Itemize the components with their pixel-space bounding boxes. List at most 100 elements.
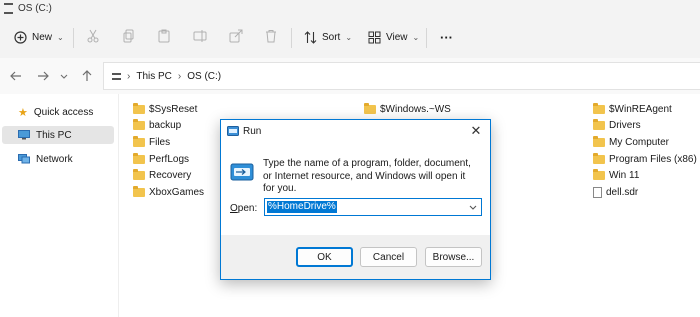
item-name: backup <box>149 120 182 131</box>
sidebar-item-label: Quick access <box>33 106 94 118</box>
folder-icon <box>133 186 145 197</box>
list-item[interactable]: $SysReset <box>133 102 197 117</box>
chevron-down-icon: ⌄ <box>412 32 420 42</box>
plus-icon <box>14 30 27 44</box>
item-name: dell.sdr <box>606 187 639 198</box>
breadcrumb-this-pc[interactable]: This PC <box>136 71 172 82</box>
back-arrow-icon[interactable] <box>9 69 23 83</box>
folder-icon <box>593 136 605 147</box>
breadcrumb-chevron-icon: › <box>127 70 131 82</box>
folder-icon <box>133 153 145 164</box>
item-name: Win 11 <box>609 170 640 181</box>
dialog-title: Run <box>243 126 262 137</box>
open-label: Open: <box>230 203 257 214</box>
cancel-button[interactable]: Cancel <box>360 247 417 267</box>
share-icon[interactable] <box>229 29 243 43</box>
rename-icon[interactable] <box>193 29 207 43</box>
item-name: Recovery <box>149 170 192 181</box>
folder-icon <box>593 103 605 114</box>
view-grid-icon <box>368 31 381 43</box>
list-item[interactable]: backup <box>133 118 181 133</box>
sort-icon <box>304 30 317 44</box>
toolbar-divider <box>426 28 427 48</box>
toolbar-divider <box>73 28 74 48</box>
title-bar: OS (C:) <box>0 0 700 18</box>
file-icon <box>593 187 602 198</box>
list-item[interactable]: dell.sdr <box>593 185 638 200</box>
list-item[interactable]: $Windows.~WS <box>364 102 451 117</box>
run-program-icon <box>230 163 254 181</box>
folder-icon <box>364 103 376 114</box>
sidebar-item-this-pc[interactable]: This PC <box>2 126 114 144</box>
list-item[interactable]: Win 11 <box>593 168 639 183</box>
sidebar-item-network[interactable]: Network <box>2 150 114 168</box>
computer-icon <box>18 130 30 140</box>
copy-icon[interactable] <box>122 29 136 43</box>
close-icon[interactable]: ✕ <box>468 123 484 139</box>
new-label: New <box>32 31 53 43</box>
open-combobox[interactable]: %HomeDrive% <box>264 198 482 216</box>
dialog-body: Type the name of a program, folder, docu… <box>221 142 490 235</box>
list-item[interactable]: Recovery <box>133 168 191 183</box>
list-item[interactable]: Drivers <box>593 118 641 133</box>
folder-icon <box>593 169 605 180</box>
folder-icon <box>593 119 605 130</box>
folder-icon <box>133 103 145 114</box>
recent-chevron-icon[interactable] <box>60 69 68 83</box>
sort-label: Sort <box>322 31 341 43</box>
sidebar-item-label: Network <box>36 153 73 165</box>
run-dialog: Run ✕ Type the name of a program, folder… <box>220 119 491 280</box>
up-arrow-icon[interactable] <box>80 69 94 83</box>
delete-icon[interactable] <box>264 29 278 43</box>
item-name: Program Files (x86) <box>609 154 697 165</box>
list-item[interactable]: Files <box>133 135 170 150</box>
chevron-down-icon[interactable] <box>468 202 478 212</box>
ok-button[interactable]: OK <box>296 247 353 267</box>
paste-icon[interactable] <box>157 29 171 43</box>
item-name: PerfLogs <box>149 154 190 165</box>
star-icon: ★ <box>18 106 28 119</box>
run-icon <box>227 126 239 136</box>
dialog-title-bar[interactable]: Run ✕ <box>221 120 490 142</box>
item-name: $Windows.~WS <box>380 104 451 115</box>
item-name: Files <box>149 137 171 148</box>
open-label-text: pen: <box>237 203 258 214</box>
folder-icon <box>133 136 145 147</box>
item-name: $SysReset <box>149 104 198 115</box>
forward-arrow-icon[interactable] <box>36 69 50 83</box>
open-label-mnemonic: O <box>230 203 238 214</box>
list-item[interactable]: My Computer <box>593 135 669 150</box>
pc-icon <box>112 72 121 80</box>
item-name: My Computer <box>609 137 670 148</box>
more-options-button[interactable]: ··· <box>440 26 453 48</box>
list-item[interactable]: PerfLogs <box>133 152 189 167</box>
sidebar-item-quick-access[interactable]: ★ Quick access <box>2 103 114 121</box>
open-input-value[interactable]: %HomeDrive% <box>267 201 337 213</box>
sort-button[interactable]: Sort ⌄ <box>304 26 352 48</box>
address-bar[interactable]: › This PC › OS (C:) <box>103 62 700 90</box>
new-button[interactable]: New ⌄ <box>14 26 64 48</box>
folder-icon <box>133 119 145 130</box>
window-title: OS (C:) <box>18 3 52 14</box>
chevron-down-icon: ⌄ <box>57 32 64 42</box>
breadcrumb-chevron-icon: › <box>177 70 182 82</box>
drive-icon <box>4 3 13 14</box>
cut-icon[interactable] <box>86 29 100 43</box>
breadcrumb-os-c[interactable]: OS (C:) <box>187 71 221 82</box>
list-item[interactable]: XboxGames <box>133 185 204 200</box>
sidebar-item-label: This PC <box>36 129 72 141</box>
browse-button[interactable]: Browse... <box>425 247 482 267</box>
folder-icon <box>133 169 145 180</box>
folder-icon <box>593 153 605 164</box>
item-name: Drivers <box>609 120 641 131</box>
network-icon <box>18 154 30 164</box>
item-name: $WinREAgent <box>609 104 672 115</box>
view-label: View <box>386 31 408 43</box>
command-bar: New ⌄ Sort ⌄ View ⌄ ··· <box>0 18 700 59</box>
list-item[interactable]: Program Files (x86) <box>593 152 697 167</box>
navigation-pane: ★ Quick access This PC Network <box>0 94 119 317</box>
view-button[interactable]: View ⌄ <box>368 26 419 48</box>
list-item[interactable]: $WinREAgent <box>593 102 672 117</box>
item-name: XboxGames <box>149 187 205 198</box>
toolbar-divider <box>291 28 292 48</box>
